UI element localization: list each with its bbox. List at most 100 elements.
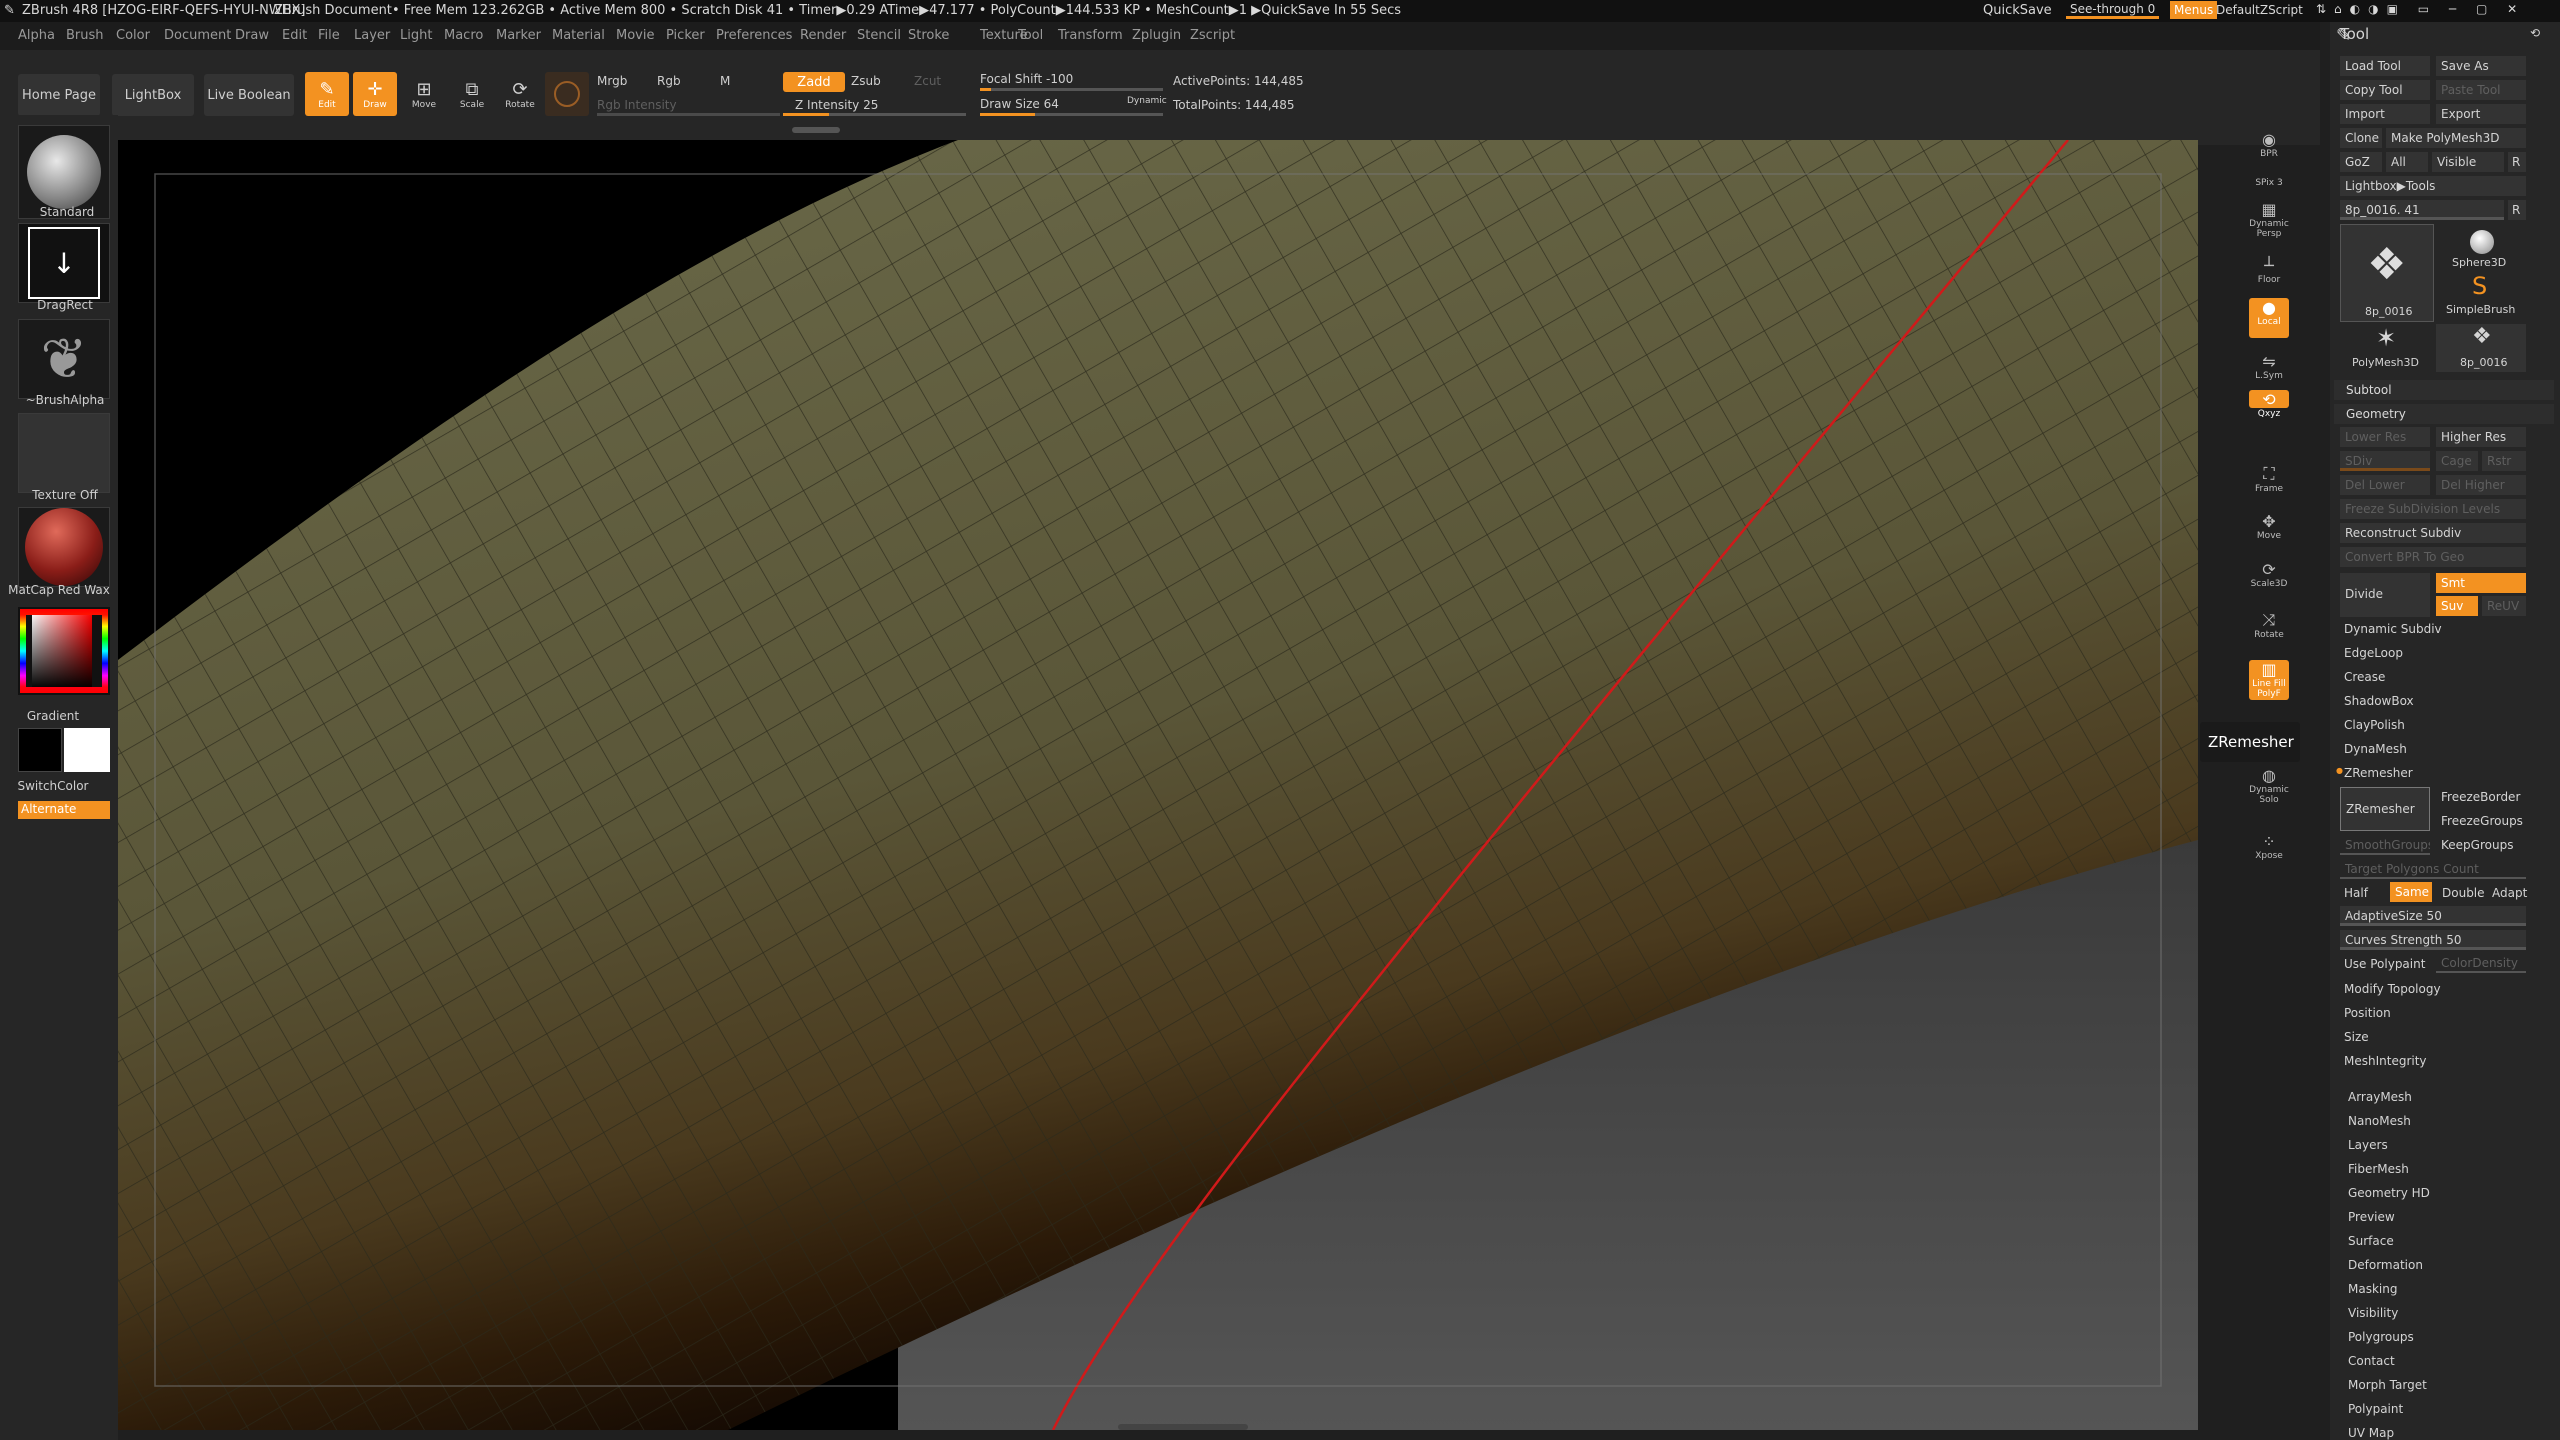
target-polygons-slider[interactable]: Target Polygons Count <box>2340 859 2526 879</box>
focal-shift-track[interactable] <box>980 88 1163 91</box>
window-controls[interactable]: ⇅⌂◐◑▣ ▭ ─ ▢ ✕ <box>2316 2 2525 16</box>
edit-button[interactable]: ✎ Edit <box>305 72 349 116</box>
menu-draw[interactable]: Draw <box>235 28 269 43</box>
dock-icon[interactable]: ⟲ <box>2530 26 2540 40</box>
dynamic-toggle[interactable]: Dynamic <box>1127 96 1167 106</box>
menu-marker[interactable]: Marker <box>496 28 541 43</box>
section-morph-target[interactable]: Morph Target <box>2348 1378 2427 1392</box>
menu-stencil[interactable]: Stencil <box>857 28 901 43</box>
section-preview[interactable]: Preview <box>2348 1210 2395 1224</box>
section-polypaint[interactable]: Polypaint <box>2348 1402 2403 1416</box>
make-polymesh3d-button[interactable]: Make PolyMesh3D <box>2386 128 2526 148</box>
view-qxyz-button[interactable]: ⟲ Qxyz <box>2249 390 2289 419</box>
live-boolean-button[interactable]: Live Boolean <box>204 74 294 116</box>
tool-thumb-simplebrush[interactable]: S SimpleBrush <box>2436 272 2526 320</box>
view-line-fill-polyf-button[interactable]: ▥ Line Fill PolyF <box>2249 660 2289 700</box>
cage-button[interactable]: Cage <box>2436 451 2478 471</box>
curves-strength-slider[interactable]: Curves Strength 50 <box>2340 930 2526 950</box>
menu-render[interactable]: Render <box>800 28 846 43</box>
lightbox-button[interactable]: LightBox <box>112 74 194 116</box>
same-toggle[interactable]: Same <box>2390 882 2432 902</box>
menu-transform[interactable]: Transform <box>1058 28 1123 43</box>
view-local-button[interactable]: ● Local <box>2249 298 2289 338</box>
goz-button[interactable]: GoZ <box>2340 152 2382 172</box>
view-bpr-button[interactable]: ◉ BPR <box>2249 130 2289 170</box>
section-layers[interactable]: Layers <box>2348 1138 2388 1152</box>
rgb-intensity-track[interactable] <box>597 113 780 116</box>
zremesher-section[interactable]: ZRemesher <box>2344 766 2413 780</box>
freeze-subdivision-button[interactable]: Freeze SubDivision Levels <box>2340 499 2526 519</box>
copy-tool-button[interactable]: Copy Tool <box>2340 80 2430 100</box>
adapt-toggle[interactable]: Adapt <box>2492 886 2527 900</box>
smoothgroups-slider[interactable]: SmoothGroups <box>2340 835 2430 855</box>
menu-file[interactable]: File <box>318 28 340 43</box>
menu-zscript[interactable]: Zscript <box>1190 28 1235 43</box>
reuv-button[interactable]: ReUV <box>2482 596 2526 616</box>
color-density-slider[interactable]: ColorDensity <box>2436 953 2526 973</box>
suv-toggle[interactable]: Suv <box>2436 596 2478 616</box>
edgeloop-section[interactable]: EdgeLoop <box>2344 646 2403 660</box>
stroke-thumbnail[interactable]: ↓ <box>18 223 110 303</box>
zadd-button[interactable]: Zadd <box>783 72 845 92</box>
section-masking[interactable]: Masking <box>2348 1282 2397 1296</box>
menu-material[interactable]: Material <box>552 28 605 43</box>
switchcolor-button[interactable]: SwitchColor <box>0 779 118 793</box>
geometry-header[interactable]: Geometry <box>2334 404 2554 424</box>
menu-brush[interactable]: Brush <box>66 28 104 43</box>
zcut-button[interactable]: Zcut <box>914 74 941 88</box>
del-lower-button[interactable]: Del Lower <box>2340 475 2430 495</box>
menu-picker[interactable]: Picker <box>666 28 705 43</box>
main-color-swatch[interactable] <box>18 728 62 772</box>
view-dynamic-persp-button[interactable]: ▦ Dynamic Persp <box>2249 200 2289 240</box>
menu-color[interactable]: Color <box>116 28 150 43</box>
keepgroups-toggle[interactable]: KeepGroups <box>2436 835 2526 855</box>
scale-button[interactable]: ⧉ Scale <box>450 72 494 116</box>
double-toggle[interactable]: Double <box>2442 886 2485 900</box>
lower-res-button[interactable]: Lower Res <box>2340 427 2430 447</box>
freezeborder-toggle[interactable]: FreezeBorder <box>2436 787 2526 807</box>
crease-section[interactable]: Crease <box>2344 670 2385 684</box>
menu-alpha[interactable]: Alpha <box>18 28 55 43</box>
view-xpose-button[interactable]: ⁘ Xpose <box>2249 832 2289 872</box>
lightbox-tools-button[interactable]: Lightbox▶Tools <box>2340 176 2526 196</box>
menu-zplugin[interactable]: Zplugin <box>1132 28 1181 43</box>
tool-thumb-sphere3d[interactable]: Sphere3D <box>2436 224 2526 272</box>
menu-tool[interactable]: Tool <box>1018 28 1043 43</box>
alternate-button[interactable]: Alternate <box>18 801 110 819</box>
current-tool-slider[interactable]: 8p_0016. 41 <box>2340 200 2504 220</box>
section-contact[interactable]: Contact <box>2348 1354 2395 1368</box>
higher-res-button[interactable]: Higher Res <box>2436 427 2526 447</box>
convert-bpr-button[interactable]: Convert BPR To Geo <box>2340 547 2526 567</box>
menu-document[interactable]: Document <box>164 28 231 43</box>
dynamic-subdiv-section[interactable]: Dynamic Subdiv <box>2344 622 2442 636</box>
section-fibermesh[interactable]: FiberMesh <box>2348 1162 2409 1176</box>
bottom-shelf-handle[interactable] <box>1118 1424 1248 1430</box>
rstr-button[interactable]: Rstr <box>2482 451 2526 471</box>
section-geometry-hd[interactable]: Geometry HD <box>2348 1186 2430 1200</box>
view-move-button[interactable]: ✥ Move <box>2249 512 2289 552</box>
section-uv-map[interactable]: UV Map <box>2348 1426 2394 1440</box>
rgb-button[interactable]: Rgb <box>657 74 681 88</box>
meshintegrity-section[interactable]: MeshIntegrity <box>2344 1054 2427 1068</box>
modify-topology-section[interactable]: Modify Topology <box>2344 982 2441 996</box>
menu-edit[interactable]: Edit <box>282 28 307 43</box>
shadowbox-section[interactable]: ShadowBox <box>2344 694 2414 708</box>
save-as-button[interactable]: Save As <box>2436 56 2526 76</box>
current-tool-r-button[interactable]: R <box>2508 200 2526 220</box>
subtool-header[interactable]: Subtool <box>2334 380 2554 400</box>
menu-layer[interactable]: Layer <box>354 28 390 43</box>
freezegroups-toggle[interactable]: FreezeGroups <box>2436 811 2526 831</box>
tool-thumb-polymesh3d[interactable]: ✶ PolyMesh3D <box>2340 324 2434 372</box>
alpha-thumbnail[interactable]: ❦ <box>18 319 110 399</box>
section-polygroups[interactable]: Polygroups <box>2348 1330 2414 1344</box>
zsub-button[interactable]: Zsub <box>851 74 881 88</box>
z-intensity-track[interactable] <box>783 113 966 116</box>
sdiv-slider[interactable]: SDiv <box>2340 451 2430 471</box>
menu-stroke[interactable]: Stroke <box>908 28 949 43</box>
zremesher-button[interactable]: ZRemesher <box>2340 787 2430 831</box>
menu-preferences[interactable]: Preferences <box>716 28 792 43</box>
section-deformation[interactable]: Deformation <box>2348 1258 2423 1272</box>
position-section[interactable]: Position <box>2344 1006 2391 1020</box>
export-button[interactable]: Export <box>2436 104 2526 124</box>
paste-tool-button[interactable]: Paste Tool <box>2436 80 2526 100</box>
